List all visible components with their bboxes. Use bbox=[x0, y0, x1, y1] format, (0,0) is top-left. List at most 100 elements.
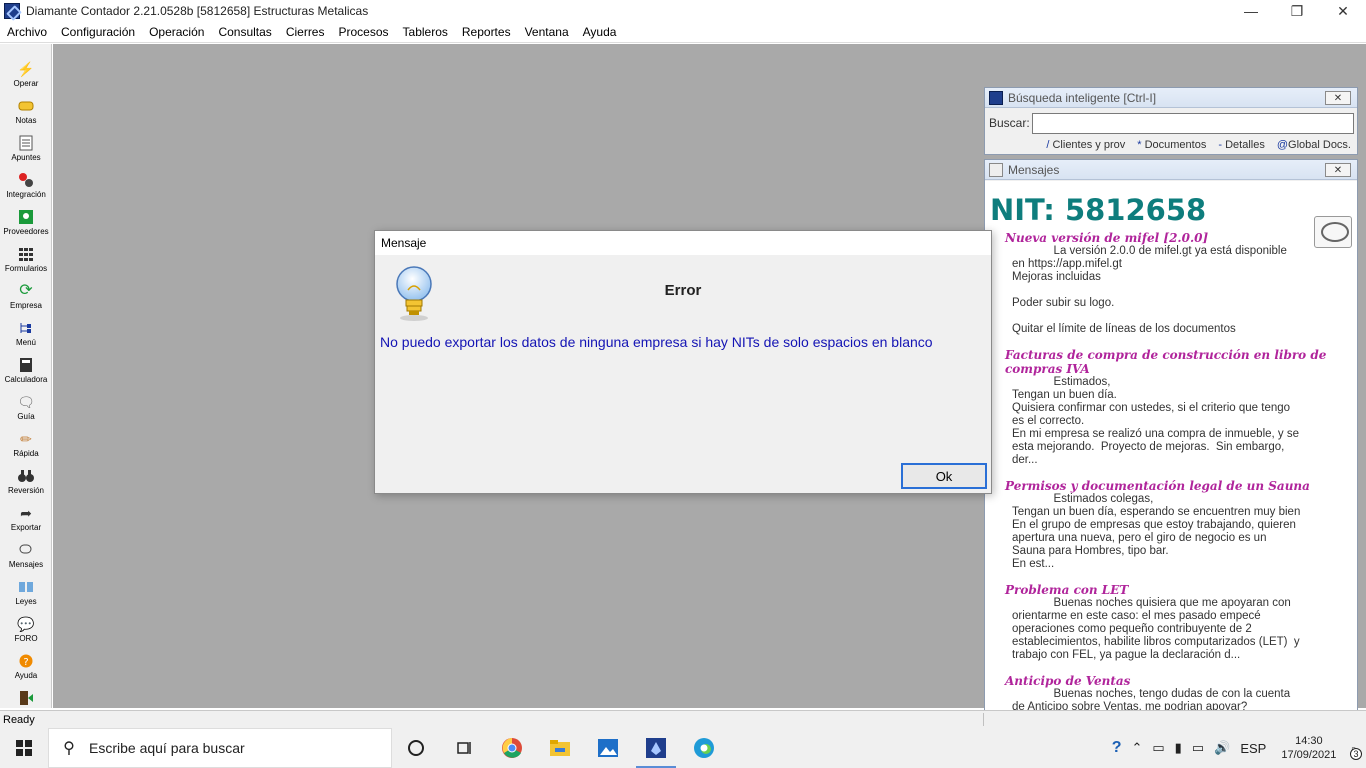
app-icon bbox=[989, 90, 1003, 105]
message-body: Estimados, Tengan un buen día. Quisiera … bbox=[1012, 376, 1300, 466]
volume-icon[interactable]: 🔊 bbox=[1214, 740, 1230, 756]
lightning-icon: ⚡ bbox=[17, 61, 35, 77]
taskbar-search[interactable]: ⚲ Escribe aquí para buscar bbox=[48, 728, 392, 768]
panel-close-button[interactable]: ✕ bbox=[1325, 91, 1351, 105]
filter-documentos[interactable]: * Documentos bbox=[1137, 139, 1206, 151]
filter-detalles[interactable]: - Detalles bbox=[1218, 139, 1264, 151]
chrome-app[interactable] bbox=[488, 728, 536, 768]
message-icon bbox=[18, 542, 34, 558]
tool-rapida[interactable]: ✏ Rápida bbox=[0, 428, 52, 465]
message-title[interactable]: Anticipo de Ventas bbox=[1005, 674, 1345, 688]
speech-icon: 🗨 bbox=[17, 394, 35, 410]
svg-text:?: ? bbox=[23, 657, 28, 668]
tree-icon bbox=[18, 320, 34, 336]
message-title[interactable]: Permisos y documentación legal de un Sau… bbox=[1005, 479, 1345, 493]
menu-configuracion[interactable]: Configuración bbox=[54, 25, 142, 39]
messages-panel: Mensajes ✕ NIT: 5812658 Nueva versión de… bbox=[984, 159, 1358, 728]
exit-icon bbox=[18, 690, 34, 706]
tool-apuntes[interactable]: Apuntes bbox=[0, 132, 52, 169]
battery-icon[interactable]: ▮ bbox=[1175, 740, 1182, 756]
chevron-up-icon[interactable]: ⌃ bbox=[1131, 740, 1142, 756]
tool-integracion[interactable]: Integración bbox=[0, 169, 52, 206]
photos-app[interactable] bbox=[584, 728, 632, 768]
tool-menu[interactable]: Menú bbox=[0, 317, 52, 354]
message-title[interactable]: Problema con LET bbox=[1005, 583, 1345, 597]
taskbar: ⚲ Escribe aquí para buscar ? ⌃ ▭ ▮ ▭ 🔊 E… bbox=[0, 728, 1366, 768]
dialog-title: Mensaje bbox=[375, 231, 991, 255]
maximize-button[interactable]: ❐ bbox=[1274, 0, 1320, 22]
notes-icon bbox=[18, 98, 34, 114]
provider-icon bbox=[18, 209, 34, 225]
nit-heading: NIT: 5812658 bbox=[990, 193, 1207, 227]
language-indicator[interactable]: ESP bbox=[1240, 741, 1266, 756]
search-placeholder: Escribe aquí para buscar bbox=[89, 740, 245, 756]
ledger-icon bbox=[18, 135, 34, 151]
tool-operar[interactable]: ⚡ Operar bbox=[0, 58, 52, 95]
task-view-button[interactable] bbox=[440, 728, 488, 768]
system-tray: ? ⌃ ▭ ▮ ▭ 🔊 ESP 14:30 17/09/2021 ▫3 bbox=[1107, 728, 1366, 768]
file-explorer-app[interactable] bbox=[536, 728, 584, 768]
filter-global-docs[interactable]: @Global Docs. bbox=[1277, 139, 1351, 151]
tool-proveedores[interactable]: Proveedores bbox=[0, 206, 52, 243]
tool-calculadora[interactable]: Calculadora bbox=[0, 354, 52, 391]
message-title[interactable]: Nueva versión de mifel [2.0.0] bbox=[1005, 231, 1345, 245]
status-text: Ready bbox=[3, 713, 35, 726]
close-button[interactable]: ✕ bbox=[1320, 0, 1366, 22]
clock[interactable]: 14:30 17/09/2021 bbox=[1281, 734, 1336, 762]
export-icon: ➦ bbox=[20, 505, 32, 521]
filter-clientes[interactable]: / Clientes y prov bbox=[1046, 139, 1125, 151]
tool-formularios[interactable]: Formularios bbox=[0, 243, 52, 280]
minimize-button[interactable]: — bbox=[1228, 0, 1274, 22]
clock-date: 17/09/2021 bbox=[1281, 749, 1337, 761]
menu-ayuda[interactable]: Ayuda bbox=[576, 25, 624, 39]
tool-notas[interactable]: Notas bbox=[0, 95, 52, 132]
diamante-contador-app[interactable] bbox=[632, 728, 680, 768]
tool-reversion[interactable]: Reversión bbox=[0, 465, 52, 502]
cortana-button[interactable] bbox=[392, 728, 440, 768]
menu-tableros[interactable]: Tableros bbox=[396, 25, 455, 39]
start-button[interactable] bbox=[0, 728, 48, 768]
network-icon[interactable]: ▭ bbox=[1192, 740, 1204, 756]
message-title[interactable]: Facturas de compra de construcción en li… bbox=[1005, 348, 1345, 376]
menu-operacion[interactable]: Operación bbox=[142, 25, 211, 39]
help-tray-icon[interactable]: ? bbox=[1112, 739, 1122, 757]
clock-time: 14:30 bbox=[1295, 735, 1323, 747]
tool-foro[interactable]: 💬 FORO bbox=[0, 613, 52, 650]
window-title: Diamante Contador 2.21.0528b [5812658] E… bbox=[26, 4, 369, 18]
menu-reportes[interactable]: Reportes bbox=[455, 25, 518, 39]
menu-cierres[interactable]: Cierres bbox=[279, 25, 332, 39]
menu-archivo[interactable]: Archivo bbox=[0, 25, 54, 39]
notification-icon[interactable]: ▫3 bbox=[1350, 741, 1362, 760]
message-body: Buenas noches quisiera que me apoyaran c… bbox=[1012, 597, 1300, 661]
smart-search-panel: Búsqueda inteligente [Ctrl-I] ✕ Buscar: … bbox=[984, 87, 1358, 155]
tool-mensajes[interactable]: Mensajes bbox=[0, 539, 52, 576]
message-item[interactable]: Nueva versión de mifel [2.0.0] La versió… bbox=[1005, 231, 1345, 336]
dialog-heading: Error bbox=[664, 282, 702, 299]
edge-app[interactable] bbox=[680, 728, 728, 768]
error-dialog: Mensaje Error No puedo exportar los dato… bbox=[374, 230, 992, 494]
tool-salir[interactable] bbox=[0, 687, 52, 707]
menu-consultas[interactable]: Consultas bbox=[211, 25, 278, 39]
message-item[interactable]: Permisos y documentación legal de un Sau… bbox=[1005, 479, 1345, 571]
search-input[interactable] bbox=[1031, 112, 1354, 134]
tool-empresa[interactable]: ⟳ Empresa bbox=[0, 280, 52, 317]
refresh-icon: ⟳ bbox=[19, 282, 33, 299]
messages-content: NIT: 5812658 Nueva versión de mifel [2.0… bbox=[985, 181, 1357, 727]
message-item[interactable]: Problema con LET Buenas noches quisiera … bbox=[1005, 583, 1345, 662]
tool-guia[interactable]: 🗨 Guía bbox=[0, 391, 52, 428]
tool-ayuda[interactable]: ? Ayuda bbox=[0, 650, 52, 687]
tool-exportar[interactable]: ➦ Exportar bbox=[0, 502, 52, 539]
panel-close-button[interactable]: ✕ bbox=[1325, 163, 1351, 177]
status-segment bbox=[983, 713, 1361, 726]
app-icon[interactable] bbox=[4, 3, 20, 19]
menu-ventana[interactable]: Ventana bbox=[518, 25, 576, 39]
title-bar: Diamante Contador 2.21.0528b [5812658] E… bbox=[0, 0, 1366, 22]
binoculars-icon bbox=[18, 468, 34, 484]
device-icon[interactable]: ▭ bbox=[1152, 740, 1164, 756]
menu-bar: Archivo Configuración Operación Consulta… bbox=[0, 22, 1366, 43]
message-item[interactable]: Facturas de compra de construcción en li… bbox=[1005, 348, 1345, 467]
message-body: Estimados colegas, Tengan un buen día, e… bbox=[1012, 493, 1301, 570]
tool-leyes[interactable]: Leyes bbox=[0, 576, 52, 613]
menu-procesos[interactable]: Procesos bbox=[331, 25, 395, 39]
ok-button[interactable]: Ok bbox=[901, 463, 987, 489]
